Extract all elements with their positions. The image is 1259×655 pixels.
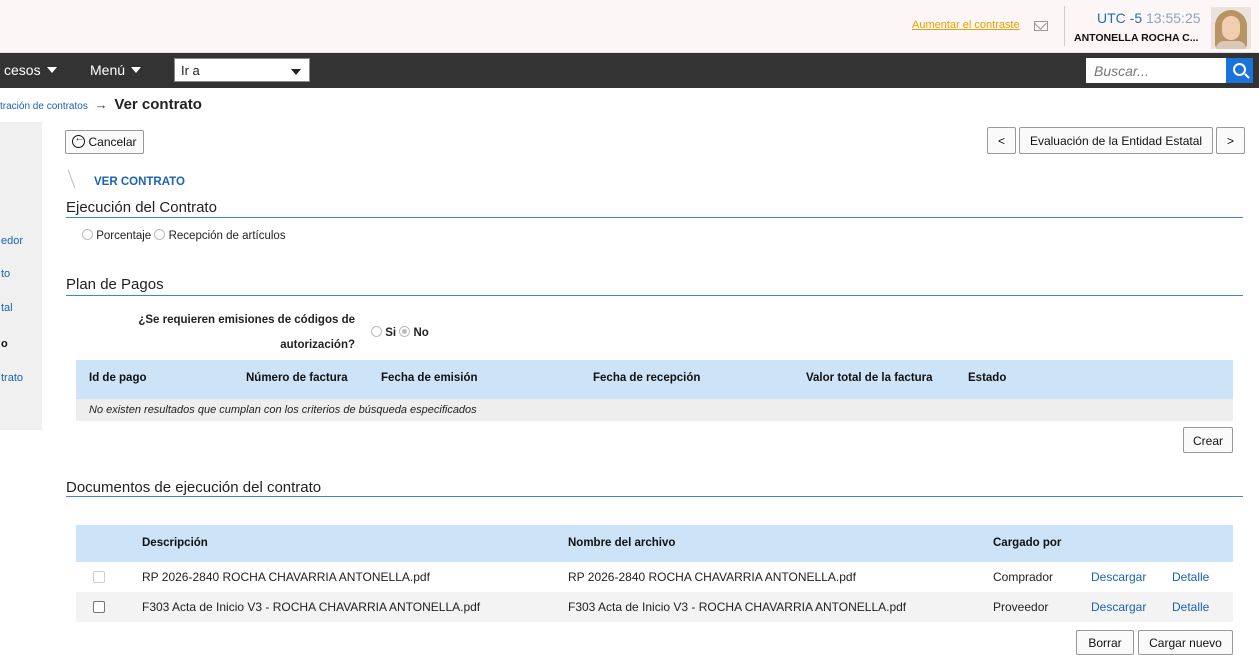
radio-items-reception[interactable] <box>154 229 166 240</box>
col-description: Descripción <box>142 537 208 549</box>
avatar[interactable] <box>1211 7 1251 49</box>
increase-contrast-link[interactable]: Aumentar el contraste <box>912 19 1020 31</box>
row-filename: F303 Acta de Inicio V3 - ROCHA CHAVARRIA… <box>568 600 907 614</box>
auth-codes-radio-group: Si No <box>371 326 429 339</box>
sidebar-item-supplier[interactable]: edor <box>1 235 23 247</box>
nav-menu[interactable]: Menú <box>90 62 142 78</box>
search-icon <box>1233 63 1246 76</box>
empty-message: No existen resultados que cumplan con lo… <box>89 404 477 416</box>
documents-section-divider <box>66 496 1243 497</box>
row-checkbox[interactable] <box>93 601 105 613</box>
execution-type-radio-group: Porcentaje Recepción de artículos <box>82 229 286 242</box>
prev-stage-button[interactable]: < <box>987 127 1016 154</box>
radio-items-reception-label: Recepción de artículos <box>168 230 286 242</box>
col-filename: Nombre del archivo <box>568 537 676 549</box>
radio-no[interactable] <box>399 326 411 337</box>
back-arrow-icon <box>72 133 86 148</box>
radio-yes-label: Si <box>385 327 397 339</box>
sidebar-item-execution[interactable]: o <box>1 338 8 350</box>
row-description: RP 2026-2840 ROCHA CHAVARRIA ANTONELLA.p… <box>142 570 430 584</box>
delete-documents-button[interactable]: Borrar <box>1076 630 1134 655</box>
chevron-down-icon <box>46 67 57 73</box>
top-header: Aumentar el contraste UTC -5 13:55:25 AN… <box>0 0 1259 53</box>
col-issue-date: Fecha de emisión <box>381 372 478 384</box>
payments-section-title: Plan de Pagos <box>66 276 164 293</box>
chevron-down-icon <box>131 67 142 73</box>
search-input[interactable] <box>1086 58 1226 83</box>
breadcrumb: tración de contratos → Ver contrato <box>0 96 202 113</box>
col-uploaded-by: Cargado por <box>993 537 1062 549</box>
nav-menu-label: Menú <box>90 62 126 78</box>
row-uploaded-by: Comprador <box>993 570 1054 584</box>
upload-new-button[interactable]: Cargar nuevo <box>1138 630 1233 655</box>
download-link[interactable]: Descargar <box>1091 600 1146 614</box>
mail-icon[interactable] <box>1034 21 1048 31</box>
cancel-button[interactable]: Cancelar <box>65 130 144 154</box>
payments-table-header: Id de pago Número de factura Fecha de em… <box>76 360 1233 399</box>
create-payment-button[interactable]: Crear <box>1183 427 1233 453</box>
payments-section-divider <box>66 295 1243 296</box>
timezone: UTC -5 <box>1097 10 1143 26</box>
row-checkbox <box>93 571 105 583</box>
col-invoice-total: Valor total de la factura <box>806 372 933 384</box>
execution-section-divider <box>66 217 1243 218</box>
page-title: Ver contrato <box>114 96 202 113</box>
sidebar-item-entity[interactable]: tal <box>1 302 13 314</box>
radio-percentage[interactable] <box>82 229 93 240</box>
col-reception-date: Fecha de recepción <box>593 372 701 384</box>
breadcrumb-parent[interactable]: tración de contratos <box>0 101 88 112</box>
search-button[interactable] <box>1226 58 1253 83</box>
sidebar-item-contract[interactable]: to <box>1 268 10 280</box>
documents-section-title: Documentos de ejecución del contrato <box>66 479 322 496</box>
documents-table-header: Descripción Nombre del archivo Cargado p… <box>76 525 1233 562</box>
col-invoice-number: Número de factura <box>246 372 348 384</box>
radio-yes[interactable] <box>371 326 382 337</box>
detail-link[interactable]: Detalle <box>1172 570 1209 584</box>
goto-select-value: Ir a <box>181 63 200 78</box>
auth-codes-question-line2: autorización? <box>280 339 355 351</box>
cancel-label: Cancelar <box>88 135 137 149</box>
row-uploaded-by: Proveedor <box>993 600 1049 614</box>
goto-select[interactable]: Ir a <box>174 58 310 82</box>
nav-processes-menu[interactable]: cesos <box>4 62 57 78</box>
auth-codes-question-line1: ¿Se requieren emisiones de códigos de <box>138 314 355 326</box>
stage-chevron-icon <box>59 170 76 188</box>
download-link[interactable]: Descargar <box>1091 570 1146 584</box>
breadcrumb-separator: → <box>94 97 108 112</box>
radio-percentage-label: Porcentaje <box>96 230 152 242</box>
radio-no-label: No <box>413 327 429 339</box>
col-status: Estado <box>968 372 1007 384</box>
col-payment-id: Id de pago <box>89 372 147 384</box>
user-name[interactable]: ANTONELLA ROCHA C... <box>1074 32 1198 44</box>
stage-nav-button[interactable]: Evaluación de la Entidad Estatal <box>1019 127 1213 154</box>
sidebar-item-modifications[interactable]: trato <box>1 372 23 384</box>
nav-processes-label: cesos <box>4 62 41 78</box>
clock: UTC -5 13:55:25 <box>1097 10 1201 26</box>
table-row: RP 2026-2840 ROCHA CHAVARRIA ANTONELLA.p… <box>76 562 1233 592</box>
payments-empty-row: No existen resultados que cumplan con lo… <box>76 399 1233 421</box>
header-divider <box>1064 6 1065 46</box>
row-description: F303 Acta de Inicio V3 - ROCHA CHAVARRIA… <box>142 600 481 614</box>
execution-section-title: Ejecución del Contrato <box>66 199 217 216</box>
table-row: F303 Acta de Inicio V3 - ROCHA CHAVARRIA… <box>76 592 1233 622</box>
time: 13:55:25 <box>1146 10 1201 26</box>
left-sidebar: edor to tal o trato <box>0 122 42 430</box>
stage-title: VER CONTRATO <box>94 176 185 188</box>
chevron-down-icon <box>291 69 301 75</box>
next-stage-button[interactable]: > <box>1216 127 1245 154</box>
detail-link[interactable]: Detalle <box>1172 600 1209 614</box>
row-filename: RP 2026-2840 ROCHA CHAVARRIA ANTONELLA.p… <box>568 570 856 584</box>
